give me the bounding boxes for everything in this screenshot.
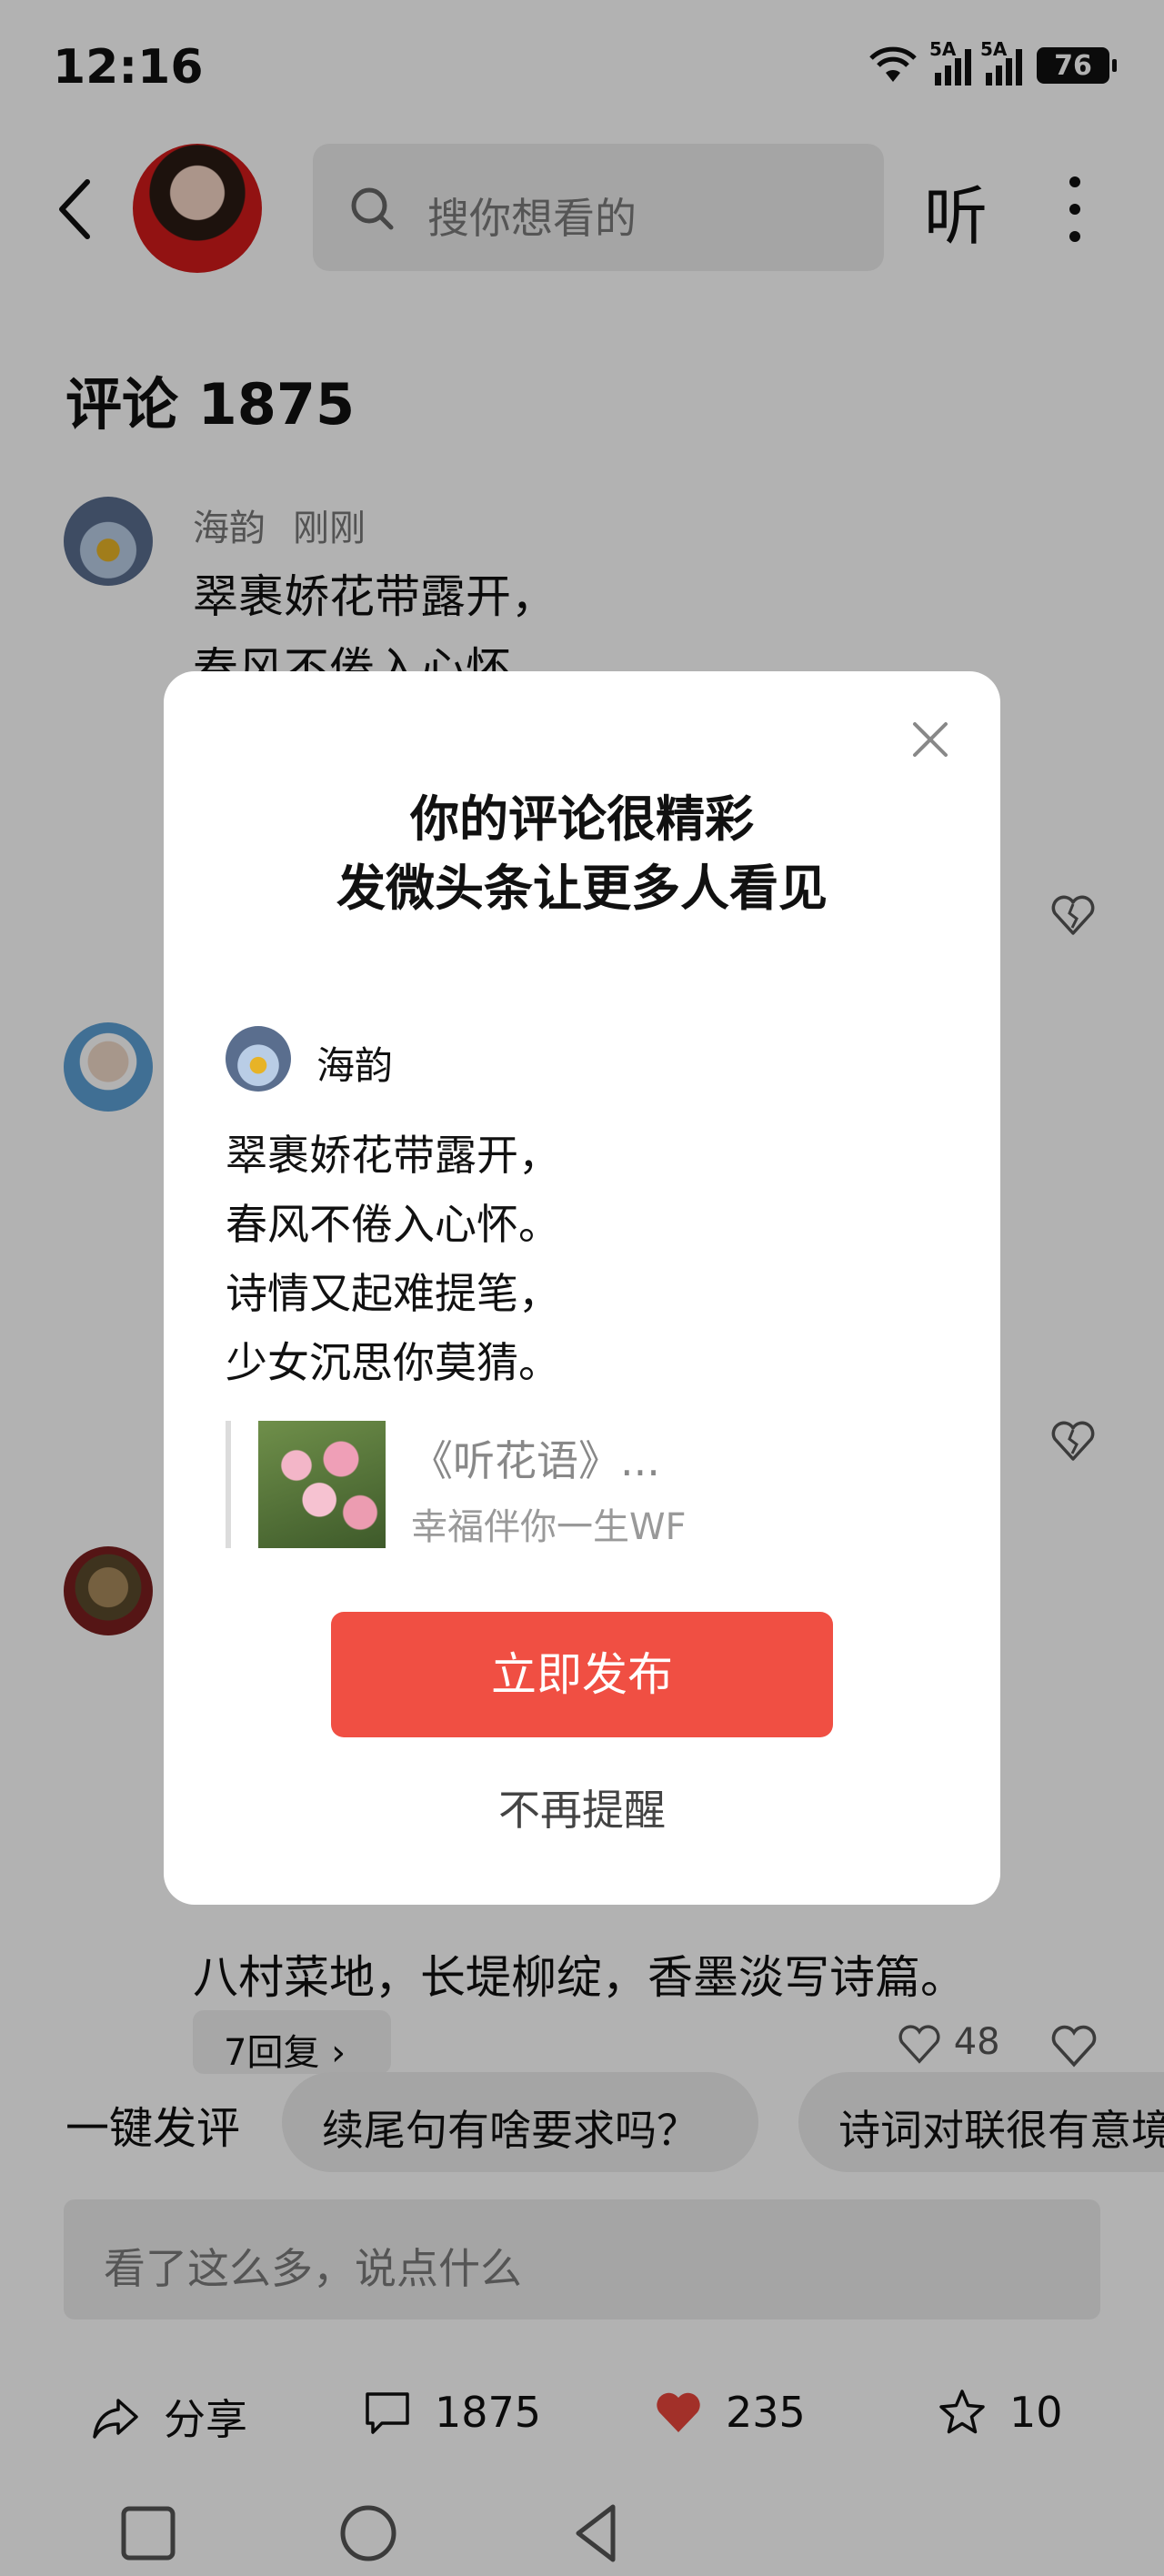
dialog-subtitle: 发微头条让更多人看见 [336,860,828,917]
poem-line: 翠裹娇花带露开， [226,1131,560,1180]
avatar [226,1026,291,1092]
dialog-author: 海韵 [316,1043,394,1088]
close-icon[interactable] [909,719,951,760]
poem-line: 少女沉思你莫猜。 [226,1338,560,1387]
poem-line: 春风不倦入心怀。 [226,1200,560,1249]
publish-button[interactable]: 立即发布 [331,1612,833,1737]
poem-line: 诗情又起难提笔， [226,1269,560,1318]
quote-divider [226,1421,231,1548]
screen: 12:16 5A 5A 76 搜你想看的 听 评论 1875 海韵 刚刚 翠裹娇… [0,0,1164,2576]
article-thumbnail [258,1421,386,1548]
dialog-title: 你的评论很精彩 [410,790,754,848]
quoted-article-author: 幸福伴你一生WF [411,1506,687,1548]
quoted-article-title: 《听花语》... [411,1436,660,1485]
share-dialog: 你的评论很精彩 发微头条让更多人看见 海韵 翠裹娇花带露开， 春风不倦入心怀。 … [164,671,1000,1905]
dont-remind-button[interactable]: 不再提醒 [164,1777,1000,1837]
